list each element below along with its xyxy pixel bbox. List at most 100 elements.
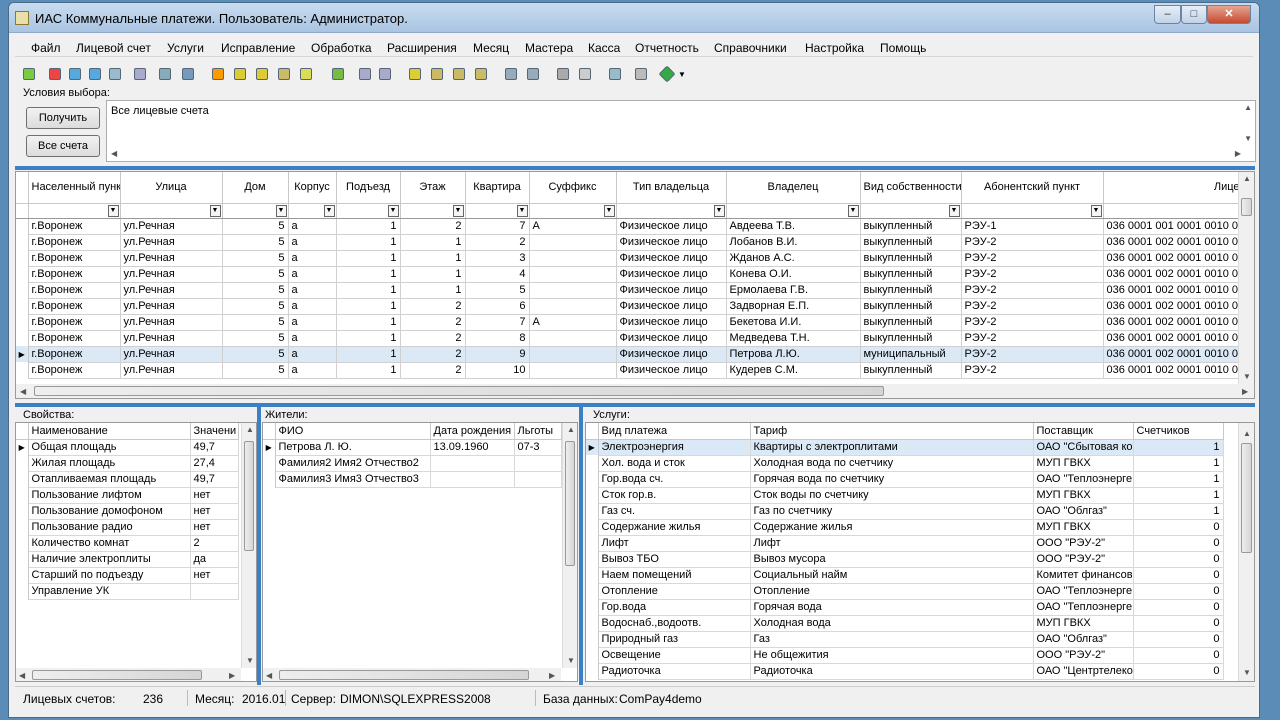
row-indicator[interactable]: ▶ — [263, 439, 276, 455]
maximize-button[interactable]: □ — [1181, 5, 1207, 24]
cell-subscriber-point[interactable]: РЭУ-2 — [961, 346, 1104, 363]
table-row[interactable]: Отопление Отопление ОАО "Теплоэнерге 0 — [586, 583, 1224, 600]
cell-tariff[interactable]: Холодная вода по счетчику — [750, 455, 1034, 472]
row-indicator[interactable] — [586, 663, 599, 679]
cell-apartment[interactable]: 10 — [465, 362, 530, 379]
col-header-benefits[interactable]: Льготы — [514, 423, 562, 440]
row-indicator[interactable] — [586, 647, 599, 663]
toolbar-diamond-icon[interactable] — [657, 64, 676, 83]
cell-owner-type[interactable]: Физическое лицо — [616, 234, 727, 251]
scroll-thumb[interactable] — [34, 386, 884, 396]
residents-vscroll[interactable]: ▲ ▼ — [562, 423, 577, 668]
toolbar-dropdown-icon[interactable]: ▼ — [675, 64, 687, 82]
cell-property-name[interactable]: Пользование лифтом — [28, 487, 191, 504]
cell-property-value[interactable]: 49,7 — [190, 439, 239, 456]
accounts-hscroll[interactable]: ◀ ▶ — [16, 384, 1254, 398]
scroll-up-icon[interactable]: ▲ — [1244, 103, 1252, 112]
scroll-up-icon[interactable]: ▲ — [1243, 174, 1251, 183]
filter-entrance[interactable]: ▼ — [336, 203, 401, 219]
col-header-suffix[interactable]: Суффикс — [529, 172, 617, 204]
cell-account[interactable]: 036 0001 002 0001 0010 0060 — [1103, 298, 1254, 315]
cell-tariff[interactable]: Радиоточка — [750, 663, 1034, 680]
table-row[interactable]: г.Воронеж ул.Речная 5 а 1 1 5 Физическое лицо Ер… — [16, 282, 1254, 299]
cell-ownership[interactable]: выкупленный — [860, 330, 962, 347]
row-indicator[interactable] — [586, 471, 599, 487]
cell-ownership[interactable]: выкупленный — [860, 362, 962, 379]
cell-supplier[interactable]: ОАО "Теплоэнерге — [1033, 583, 1134, 600]
cell-owner[interactable]: Бекетова И.И. — [726, 314, 861, 331]
scroll-thumb[interactable] — [1241, 443, 1252, 553]
table-row[interactable]: г.Воронеж ул.Речная 5 а 1 2 7 А Физическое лицо Б… — [16, 314, 1254, 331]
cell-payment-type[interactable]: Электроэнергия — [598, 439, 751, 456]
cell-supplier[interactable]: МУП ГВКХ — [1033, 519, 1134, 536]
toolbar-tool-icon[interactable] — [471, 64, 489, 82]
toolbar-key2-icon[interactable] — [252, 64, 270, 82]
menu-account[interactable]: Лицевой счет — [76, 41, 151, 55]
cell-street[interactable]: ул.Речная — [120, 266, 223, 283]
col-header-entrance[interactable]: Подъезд — [336, 172, 401, 204]
cell-account[interactable]: 036 0001 002 0001 0010 0030 — [1103, 250, 1254, 267]
toolbar-add-row-icon[interactable] — [65, 64, 83, 82]
cell-payment-type[interactable]: Содержание жилья — [598, 519, 751, 536]
scroll-right-icon[interactable]: ▶ — [1235, 149, 1241, 158]
table-row[interactable]: Жилая площадь 27,4 — [16, 455, 239, 472]
cell-ownership[interactable]: выкупленный — [860, 266, 962, 283]
cell-subscriber-point[interactable]: РЭУ-2 — [961, 250, 1104, 267]
cell-payment-type[interactable]: Гор.вода — [598, 599, 751, 616]
cell-suffix[interactable] — [529, 330, 617, 347]
cell-tariff[interactable]: Горячая вода — [750, 599, 1034, 616]
cell-owner[interactable]: Лобанов В.И. — [726, 234, 861, 251]
row-indicator[interactable] — [16, 487, 29, 503]
cell-tariff[interactable]: Не общежития — [750, 647, 1034, 664]
cell-tariff[interactable]: Газ — [750, 631, 1034, 648]
cell-owner[interactable]: Конева О.И. — [726, 266, 861, 283]
row-indicator[interactable] — [586, 631, 599, 647]
cell-property-value[interactable]: да — [190, 551, 239, 568]
cell-birthdate[interactable]: 13.09.1960 — [430, 439, 515, 456]
filter-owner[interactable]: ▼ — [726, 203, 861, 219]
table-row[interactable]: Пользование домофоном нет — [16, 503, 239, 520]
toolbar-doc-icon[interactable] — [501, 64, 519, 82]
cell-tariff[interactable]: Содержание жилья — [750, 519, 1034, 536]
row-indicator[interactable] — [586, 503, 599, 519]
toolbar-calc-icon[interactable] — [274, 64, 292, 82]
table-row[interactable]: Количество комнат 2 — [16, 535, 239, 552]
table-row[interactable]: Радиоточка Радиоточка ОАО "Центртелеко 0 — [586, 663, 1224, 680]
toolbar-remove-row-icon[interactable] — [85, 64, 103, 82]
splitter-left[interactable] — [257, 407, 261, 685]
cell-meters[interactable]: 1 — [1133, 503, 1224, 520]
toolbar-money-icon[interactable] — [296, 64, 314, 82]
cell-benefits[interactable] — [514, 455, 562, 472]
cell-ownership[interactable]: выкупленный — [860, 282, 962, 299]
col-header-account[interactable]: Лицевой — [1103, 172, 1254, 204]
table-row[interactable]: Освещение Не общежития ООО "РЭУ-2" 0 — [586, 647, 1224, 664]
cell-supplier[interactable]: ОАО "Теплоэнерге — [1033, 599, 1134, 616]
cell-settlement[interactable]: г.Воронеж — [28, 282, 121, 299]
cell-supplier[interactable]: Комитет финансов — [1033, 567, 1134, 584]
cell-floor[interactable]: 2 — [400, 330, 466, 347]
cell-supplier[interactable]: ООО "РЭУ-2" — [1033, 535, 1134, 552]
cell-property-name[interactable]: Количество комнат — [28, 535, 191, 552]
row-indicator[interactable] — [16, 567, 29, 583]
cell-suffix[interactable] — [529, 298, 617, 315]
cell-street[interactable]: ул.Речная — [120, 234, 223, 251]
col-header-building[interactable]: Корпус — [288, 172, 337, 204]
cell-tariff[interactable]: Лифт — [750, 535, 1034, 552]
cell-payment-type[interactable]: Гор.вода сч. — [598, 471, 751, 488]
cell-entrance[interactable]: 1 — [336, 282, 401, 299]
scroll-thumb[interactable] — [244, 441, 254, 551]
cell-payment-type[interactable]: Наем помещений — [598, 567, 751, 584]
table-row[interactable]: ▶ Электроэнергия Квартиры с электроплитами… — [586, 439, 1224, 456]
toolbar-star-icon[interactable] — [208, 64, 226, 82]
cell-property-value[interactable]: нет — [190, 503, 239, 520]
toolbar-report-icon[interactable] — [328, 64, 346, 82]
cell-payment-type[interactable]: Освещение — [598, 647, 751, 664]
row-indicator[interactable] — [16, 503, 29, 519]
scroll-left-icon[interactable]: ◀ — [111, 149, 117, 158]
conditions-text-box[interactable]: Все лицевые счета ▲ ▼ ◀ ▶ — [106, 100, 1256, 162]
row-indicator[interactable] — [16, 455, 29, 471]
scroll-right-icon[interactable]: ▶ — [549, 671, 555, 680]
cell-owner-type[interactable]: Физическое лицо — [616, 314, 727, 331]
cell-owner-type[interactable]: Физическое лицо — [616, 266, 727, 283]
table-row[interactable]: ▶ Общая площадь 49,7 — [16, 439, 239, 456]
